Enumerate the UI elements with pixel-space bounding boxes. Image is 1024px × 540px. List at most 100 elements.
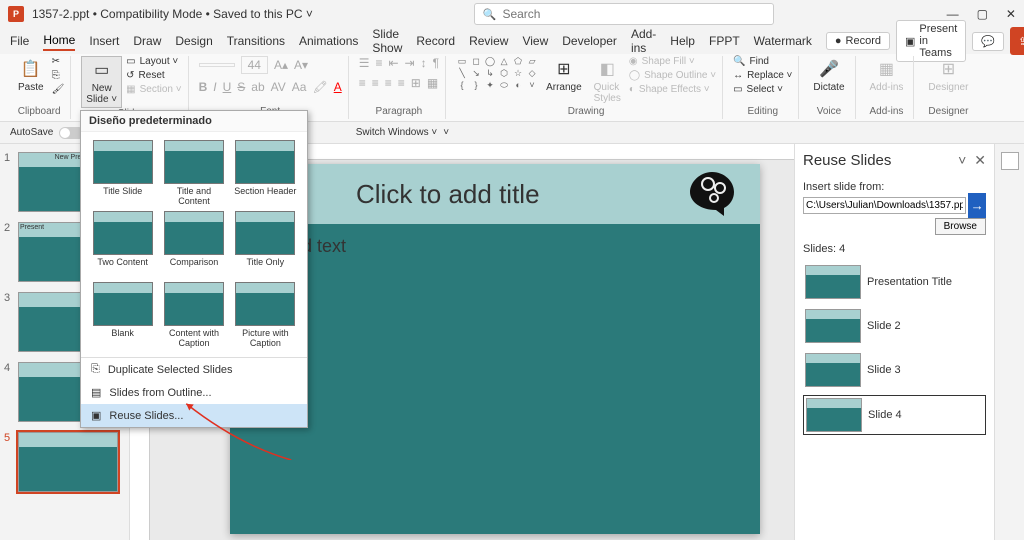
tab-review[interactable]: Review [469,32,508,50]
layout-title-content[interactable]: Title and Content [160,140,227,207]
app-icon: P [8,6,24,22]
copy-button[interactable]: ⎘ [52,70,65,81]
italic-button[interactable]: I [213,80,216,94]
tab-insert[interactable]: Insert [89,32,119,50]
tab-record[interactable]: Record [416,32,455,50]
browse-button[interactable]: Browse [935,218,986,235]
increase-font-icon[interactable]: A▴ [274,58,288,72]
addins-button[interactable]: ▦Add-ins [866,56,908,95]
sidebar-tool-1[interactable] [1001,152,1019,170]
dropdown-chevron-icon[interactable]: ˅ [443,127,449,138]
underline-button[interactable]: U [223,80,232,94]
reuse-slides-menuitem[interactable]: ▣Reuse Slides... [81,404,307,427]
reuse-item-4[interactable]: Slide 4 [803,395,986,435]
change-case-button[interactable]: Aa [292,80,307,94]
duplicate-slides[interactable]: ⎘Duplicate Selected Slides [81,358,307,381]
slide-canvas[interactable]: Click to add title k to add text [230,164,760,534]
new-slide-button[interactable]: ▭New Slide ˅ [81,56,122,108]
tab-transitions[interactable]: Transitions [227,32,285,50]
quick-styles-button[interactable]: ◧Quick Styles [590,56,625,106]
tab-fppt[interactable]: FPPT [709,32,740,50]
addins-group: ▦Add-ins Add-ins [860,56,915,119]
bullets-icon[interactable]: ☰ [359,56,370,70]
decrease-font-icon[interactable]: A▾ [294,58,308,72]
document-title: 1357-2.ppt • Compatibility Mode • Saved … [32,7,313,21]
tab-view[interactable]: View [522,32,548,50]
replace-button[interactable]: ↔ Replace ˅ [733,70,792,81]
layout-button[interactable]: ▭ Layout ˅ [126,56,181,67]
editing-label: Editing [747,106,778,119]
minimize-button[interactable]: — [947,7,959,21]
font-color-button[interactable]: A [334,80,342,94]
align-center-icon[interactable]: ≡ [372,76,379,90]
switch-windows-button[interactable]: Switch Windows ˅ [356,127,437,138]
tab-developer[interactable]: Developer [562,32,617,50]
clipboard-group: 📋Paste ✂ ⎘ 🖌 Clipboard [8,56,71,119]
layout-content-caption[interactable]: Content with Caption [160,282,227,349]
paste-button[interactable]: 📋Paste [14,56,48,95]
reuse-dropdown-icon[interactable]: ˅ [958,152,966,169]
layout-blank[interactable]: Blank [89,282,156,349]
highlight-button[interactable]: 🖍 [312,80,327,94]
reuse-item-1[interactable]: Presentation Title [803,263,986,301]
layout-comparison[interactable]: Comparison [160,211,227,278]
align-right-icon[interactable]: ≡ [385,76,392,90]
tab-file[interactable]: File [10,32,29,50]
maximize-button[interactable]: ▢ [977,7,988,21]
close-button[interactable]: ✕ [1006,7,1016,21]
font-family[interactable] [199,63,235,67]
reuse-item-3[interactable]: Slide 3 [803,351,986,389]
reset-button[interactable]: ↺ Reset [126,70,181,81]
strike-button[interactable]: S [237,80,245,94]
shape-fill-button[interactable]: ◉ Shape Fill ˅ [629,56,716,67]
tab-help[interactable]: Help [670,32,695,50]
layout-picture-caption[interactable]: Picture with Caption [232,282,299,349]
tab-draw[interactable]: Draw [133,32,161,50]
search-input[interactable] [502,7,764,21]
arrange-button[interactable]: ⊞Arrange [542,56,586,95]
numbering-icon[interactable]: ≡ [375,56,382,70]
comments-button[interactable]: 💬 [972,32,1004,51]
format-painter-button[interactable]: 🖌 [52,84,65,95]
layout-section-header[interactable]: Section Header [232,140,299,207]
find-button[interactable]: 🔍 Find [733,56,792,67]
tab-watermark[interactable]: Watermark [754,32,812,50]
bold-button[interactable]: B [199,80,208,94]
record-button[interactable]: ● Record [826,32,890,50]
slides-from-outline[interactable]: ▤Slides from Outline... [81,381,307,404]
dictate-button[interactable]: 🎤Dictate [809,56,848,95]
tab-addins[interactable]: Add-ins [631,25,656,57]
tab-slideshow[interactable]: Slide Show [372,25,402,57]
layout-title-only[interactable]: Title Only [232,211,299,278]
reuse-path-input[interactable] [803,197,966,214]
reuse-item-2[interactable]: Slide 2 [803,307,986,345]
designer-button[interactable]: ⊞Designer [924,56,972,95]
layout-title-slide[interactable]: Title Slide [89,140,156,207]
insert-from-label: Insert slide from: [803,181,986,193]
char-spacing-button[interactable]: AV [271,80,286,94]
layout-two-content[interactable]: Two Content [89,211,156,278]
reuse-go-button[interactable]: → [968,193,986,218]
font-size[interactable]: 44 [241,56,268,74]
voice-group: 🎤Dictate Voice [803,56,855,119]
editing-group: 🔍 Find ↔ Replace ˅ ▭ Select ˅ Editing [727,56,799,119]
shapes-gallery[interactable]: ▭◻◯△⬠▱ ╲↘↳⬡☆◇ {}✦⬭◐˅ [456,56,538,90]
brain-gears-icon [684,168,740,220]
content-placeholder[interactable]: k to add text [230,224,760,269]
select-button[interactable]: ▭ Select ˅ [733,84,792,95]
section-button[interactable]: ▦ Section ˅ [126,84,181,95]
reuse-close-icon[interactable]: ✕ [974,152,986,169]
shape-outline-button[interactable]: ◯ Shape Outline ˅ [629,70,716,81]
tab-home[interactable]: Home [43,31,75,51]
shadow-button[interactable]: ab [251,80,264,94]
tab-animations[interactable]: Animations [299,32,358,50]
share-button[interactable]: ⇪ Share ˅ [1010,27,1024,55]
align-left-icon[interactable]: ≡ [359,76,366,90]
search-box[interactable]: 🔍 [474,3,774,25]
cut-button[interactable]: ✂ [52,56,65,67]
thumb-5[interactable] [18,432,118,492]
duplicate-icon: ⎘ [91,363,100,376]
tab-design[interactable]: Design [175,32,212,50]
drawing-label: Drawing [568,106,605,119]
shape-effects-button[interactable]: ◐ Shape Effects ˅ [629,84,716,95]
